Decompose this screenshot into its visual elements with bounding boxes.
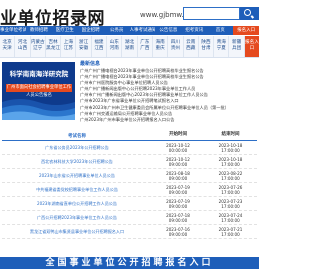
province-link[interactable]: 福建 江西	[92, 36, 108, 57]
table-row: 2023年湖南省直单位公开招聘工作人员公告 2023-07-19 09:00:00…	[2, 197, 257, 211]
banner-title: 科学南南海洋研究院	[9, 70, 69, 78]
exam-name-link[interactable]: 广西公开招聘2023年事业单位工作人员公告	[2, 215, 152, 221]
province-link[interactable]: 报名入口	[244, 36, 259, 57]
province-link[interactable]: 新疆 兵团	[229, 36, 245, 57]
main-nav: 事业单位考试 教师招聘 医疗卫生 国企招聘 公务员 人事考试通知 公告信息 招考资讯 首页 报名入…	[0, 26, 259, 35]
province-nav: 北京 天津 河北 山西 内蒙古 辽宁 吉林 黑龙江 上海 江苏 浙江 安徽 福建 江西 山东 …	[0, 36, 259, 58]
end-time: 2023-07-21 17:00:00	[218, 226, 243, 237]
nav-item[interactable]: 教师招聘	[26, 26, 52, 35]
nav-item[interactable]: 公务员	[104, 26, 130, 35]
search-icon	[244, 9, 251, 16]
province-link[interactable]: 吉林 黑龙江	[46, 36, 62, 57]
nav-item[interactable]: 医疗卫生	[52, 26, 78, 35]
col-exam-name: 考试名称	[68, 134, 86, 139]
province-link[interactable]: 北京 天津	[0, 36, 16, 57]
table-row: 黑龙江省双鸭山市集贤县事业单位公开招聘报名入口 2023-07-16 09:00:…	[2, 225, 257, 239]
province-link[interactable]: 湖北 湖南	[122, 36, 138, 57]
exam-table: 考试名称 开始时间 结束时间 广东省公务员2023年公开招聘公告 2023-10-…	[2, 132, 257, 239]
news-item[interactable]: 广州2023年广州市事业单位公开招聘报名入口公告	[80, 117, 257, 123]
table-row: 中共福建省委党校招聘事业单位工作人员公告 2023-07-19 09:00:00 2…	[2, 183, 257, 197]
province-link[interactable]: 上海 江苏	[61, 36, 77, 57]
end-time: 2023-10-18 17:00:00	[218, 142, 243, 153]
province-link[interactable]: 浙江 安徽	[76, 36, 92, 57]
end-time: 2023-07-23 17:00:00	[218, 198, 243, 209]
table-row: 2023年山东省公开招聘事业单位人员公告 2023-08-18 09:00:00 2…	[2, 169, 257, 183]
province-link[interactable]: 内蒙古 辽宁	[31, 36, 46, 57]
start-time: 2023-07-19 09:00:00	[166, 198, 190, 209]
table-row: 广东省公务员2023年公开招聘公告 2023-10-12 00:00:00 2023…	[2, 141, 257, 155]
province-link[interactable]: 山东 河南	[107, 36, 123, 57]
province-link[interactable]: 海南 重庆	[153, 36, 169, 57]
province-link[interactable]: 云南 西藏	[184, 36, 199, 57]
latest-news: 最新信息 广州广州广播电视台2023年事业单位公开招聘高校毕业生报名公告 广州广州…	[80, 60, 257, 122]
start-time: 2023-08-18 09:00:00	[166, 170, 190, 181]
search-button[interactable]	[240, 7, 259, 20]
start-time: 2023-10-12 09:00:00	[166, 156, 190, 167]
nav-item[interactable]: 报名入口	[233, 26, 259, 35]
start-time: 2023-07-16 09:00:00	[166, 226, 190, 237]
start-time: 2023-10-12 00:00:00	[166, 142, 190, 153]
province-link[interactable]: 河北 山西	[15, 36, 31, 57]
end-time: 2023-10-18 17:00:00	[218, 156, 243, 167]
exam-name-link[interactable]: 广东省公务员2023年公开招聘公告	[2, 145, 152, 151]
exam-name-link[interactable]: 西北农林科技大学2023年公开招聘公告	[2, 159, 152, 165]
exam-name-link[interactable]: 中共福建省委党校招聘事业单位工作人员公告	[2, 187, 152, 193]
footer-register-banner[interactable]: 全国事业单位公开招聘报名入口	[0, 257, 259, 269]
banner-subtitle: 广州市面向社会招聘事业单位工作人员公告报名	[6, 84, 72, 98]
page: 业单位招录网 www.gjbmw.com 事业单位考试 教师招聘 医疗卫生 国企招聘公…	[0, 0, 259, 269]
province-link[interactable]: 广东 广西	[138, 36, 153, 57]
province-link[interactable]: 青海 宁夏	[214, 36, 230, 57]
nav-item[interactable]: 公告信息	[155, 26, 181, 35]
province-link[interactable]: 陕西 甘肃	[199, 36, 215, 57]
end-time: 2023-07-24 17:00:00	[218, 212, 243, 223]
nav-item[interactable]: 人事考试通知	[130, 26, 156, 35]
table-header: 考试名称 开始时间 结束时间	[2, 132, 257, 141]
exam-name-link[interactable]: 2023年湖南省直单位公开招聘工作人员公告	[2, 201, 152, 207]
nav-item[interactable]: 招考资讯	[181, 26, 207, 35]
nav-item[interactable]: 首页	[207, 26, 233, 35]
nav-item[interactable]: 事业单位考试	[0, 26, 26, 35]
table-row: 西北农林科技大学2023年公开招聘公告 2023-10-12 09:00:00 20…	[2, 155, 257, 169]
province-link[interactable]: 四川 贵州	[168, 36, 184, 57]
banner-wave-graphic	[2, 99, 75, 120]
end-time: 2023-07-26 17:00:00	[218, 184, 243, 195]
site-header: 业单位招录网 www.gjbmw.com	[0, 0, 259, 29]
nav-item[interactable]: 国企招聘	[78, 26, 104, 35]
end-time: 2023-08-22 17:00:00	[218, 170, 243, 181]
promo-banner[interactable]: 科学南南海洋研究院 广州市面向社会招聘事业单位工作人员公告报名	[2, 62, 75, 120]
table-row: 广西公开招聘2023年事业单位工作人员公告 2023-07-18 09:00:00…	[2, 211, 257, 225]
col-end-time: 结束时间	[221, 132, 240, 137]
search-input[interactable]	[183, 7, 240, 20]
start-time: 2023-07-19 09:00:00	[166, 184, 190, 195]
news-heading: 最新信息	[80, 61, 101, 67]
exam-name-link[interactable]: 黑龙江省双鸭山市集贤县事业单位公开招聘报名入口	[2, 229, 152, 235]
col-start-time: 开始时间	[169, 132, 187, 137]
start-time: 2023-07-18 09:00:00	[166, 212, 190, 223]
exam-name-link[interactable]: 2023年山东省公开招聘事业单位人员公告	[2, 173, 152, 179]
